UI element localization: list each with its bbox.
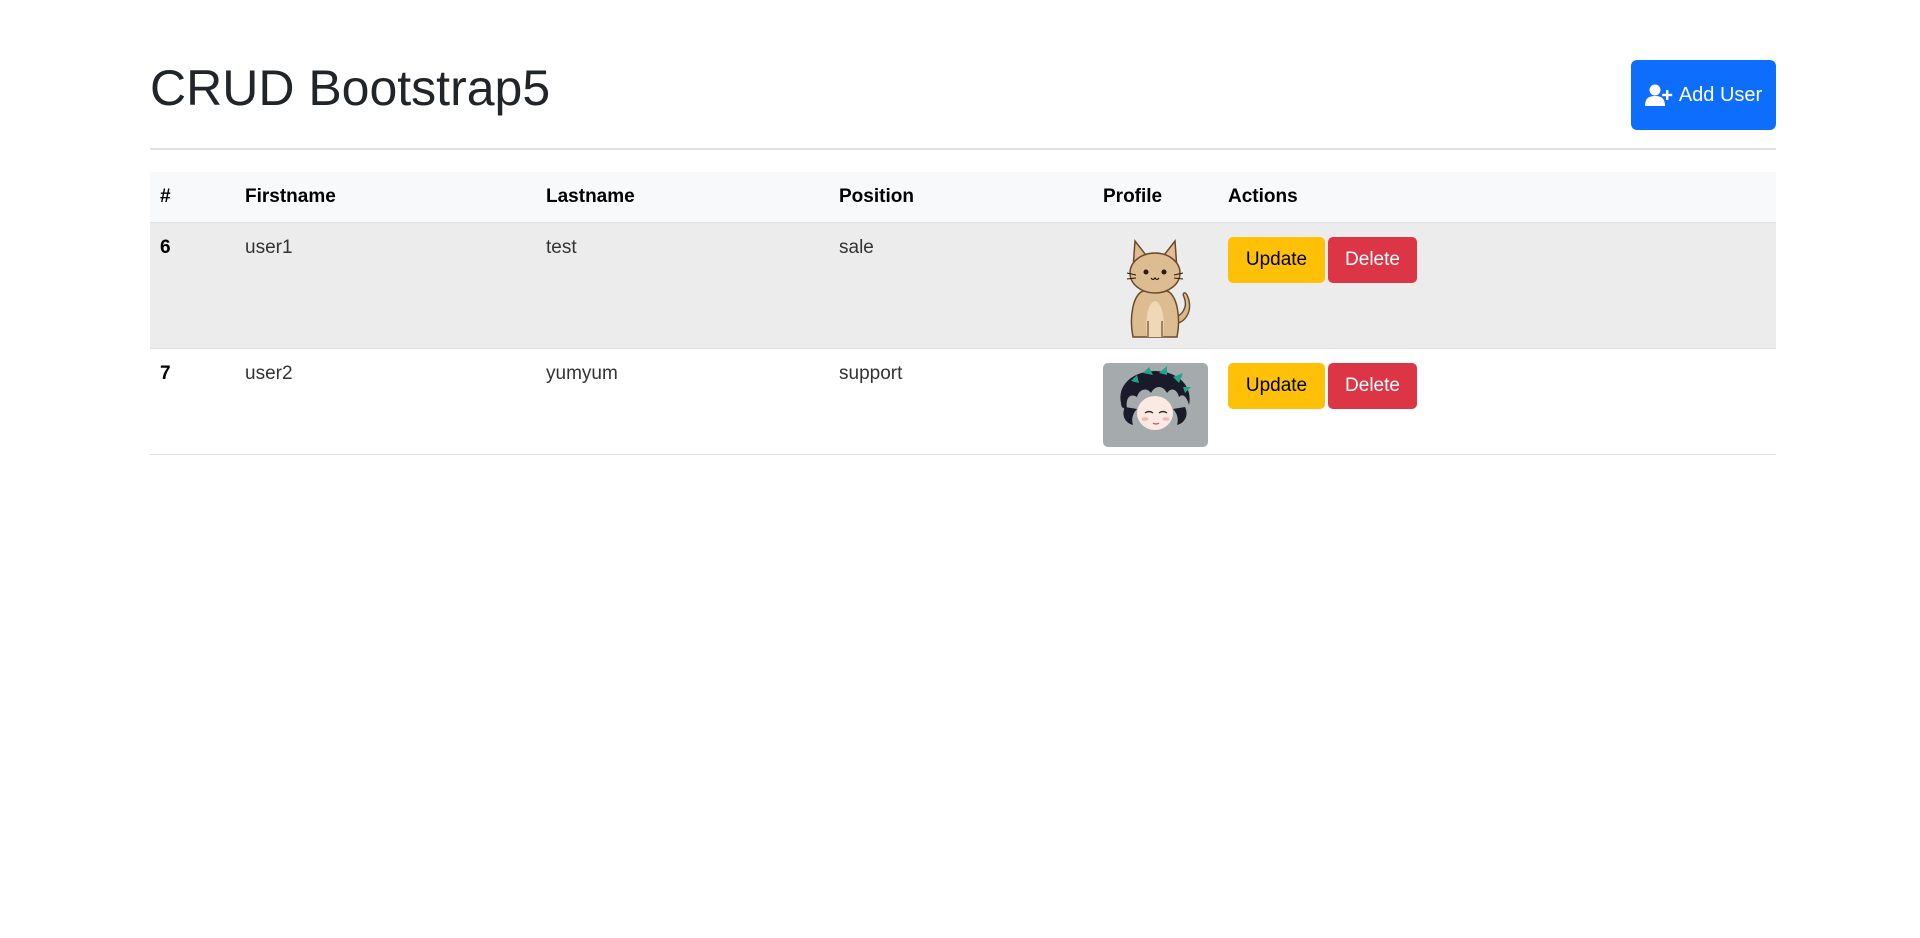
page-header: CRUD Bootstrap5 Add User — [150, 0, 1776, 150]
column-header-id: # — [150, 172, 235, 223]
table-row: 7 user2 yumyum support Update Delete — [150, 348, 1776, 455]
cell-firstname: user2 — [235, 348, 536, 455]
page-container: CRUD Bootstrap5 Add User # Firstname Las… — [150, 0, 1776, 455]
cat-illustration — [1126, 238, 1191, 338]
column-header-profile: Profile — [1093, 172, 1218, 223]
cell-lastname: test — [536, 222, 829, 349]
anime-boy-illustration — [1120, 365, 1191, 430]
users-table: # Firstname Lastname Position Profile Ac… — [150, 172, 1776, 455]
column-header-firstname: Firstname — [235, 172, 536, 223]
cell-firstname: user1 — [235, 222, 536, 349]
cell-id: 6 — [150, 222, 235, 349]
cell-lastname: yumyum — [536, 348, 829, 455]
update-button[interactable]: Update — [1228, 236, 1325, 283]
table-row: 6 user1 test sale Update Delete — [150, 222, 1776, 349]
cell-id: 7 — [150, 348, 235, 455]
cell-profile — [1093, 222, 1218, 349]
column-header-position: Position — [829, 172, 1093, 223]
add-user-label: Add User — [1678, 83, 1763, 106]
add-user-button[interactable]: Add User — [1631, 60, 1776, 130]
delete-button[interactable]: Delete — [1328, 236, 1417, 283]
delete-button[interactable]: Delete — [1328, 362, 1417, 409]
cell-profile — [1093, 348, 1218, 455]
cell-position: support — [829, 348, 1093, 455]
person-plus-icon — [1644, 84, 1673, 106]
anime-boy-avatar — [1103, 362, 1208, 447]
column-header-actions: Actions — [1218, 172, 1776, 223]
cell-position: sale — [829, 222, 1093, 349]
page-title: CRUD Bootstrap5 — [150, 60, 551, 116]
update-button[interactable]: Update — [1228, 362, 1325, 409]
cell-actions: Update Delete — [1218, 222, 1776, 349]
column-header-lastname: Lastname — [536, 172, 829, 223]
cat-avatar — [1103, 237, 1208, 341]
table-header: # Firstname Lastname Position Profile Ac… — [150, 172, 1776, 223]
cell-actions: Update Delete — [1218, 348, 1776, 455]
